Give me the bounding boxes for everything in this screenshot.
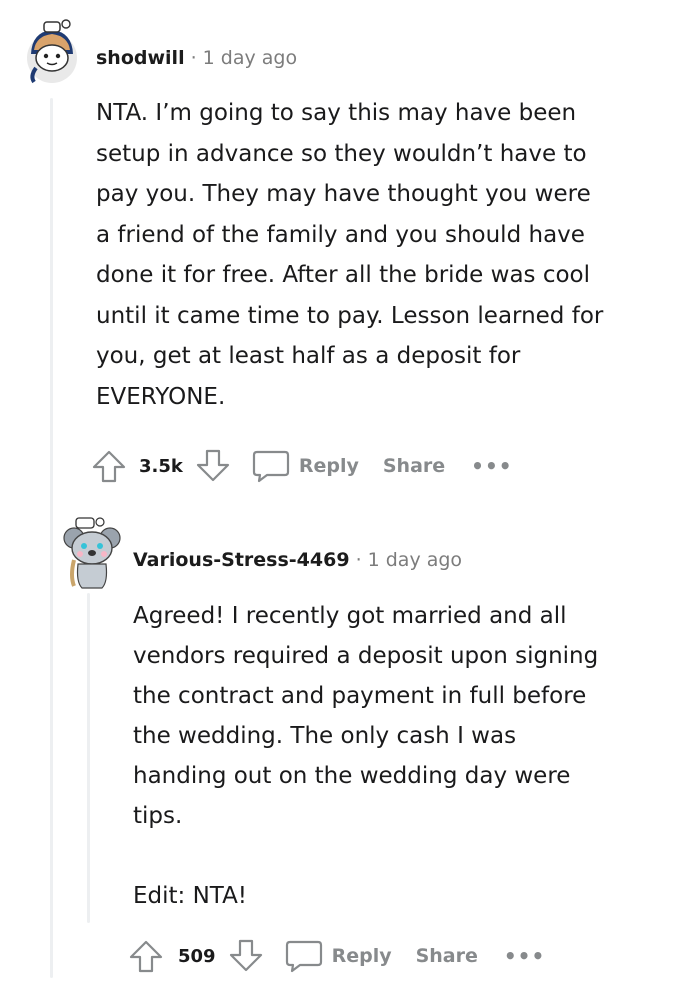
- comment-body: NTA. I’m going to say this may have been…: [96, 100, 604, 410]
- timestamp[interactable]: 1 day ago: [368, 549, 462, 571]
- reply-button[interactable]: Reply: [332, 945, 392, 967]
- snoo-avatar-hat-icon: [27, 19, 77, 84]
- username[interactable]: shodwill: [96, 47, 185, 69]
- downvote-icon[interactable]: [228, 938, 264, 974]
- upvote-icon[interactable]: [91, 448, 127, 484]
- comment-body: Agreed! I recently got married and all v…: [133, 603, 599, 909]
- thread-line-nested[interactable]: [87, 593, 90, 923]
- username[interactable]: Various-Stress-4469: [133, 549, 350, 571]
- comment-actions: 3.5k Reply Share •••: [91, 446, 513, 486]
- more-options-icon[interactable]: •••: [471, 454, 512, 478]
- thread-line[interactable]: [50, 98, 53, 978]
- comment-meta: Various-Stress-4469 · 1 day ago: [133, 549, 462, 571]
- timestamp[interactable]: 1 day ago: [203, 47, 297, 69]
- avatar[interactable]: [22, 14, 82, 84]
- vote-score: 3.5k: [139, 455, 183, 477]
- comment-bubble-icon[interactable]: [284, 938, 324, 974]
- vote-score: 509: [178, 945, 216, 967]
- share-button[interactable]: Share: [416, 945, 478, 967]
- share-button[interactable]: Share: [383, 455, 445, 477]
- reply-button[interactable]: Reply: [299, 455, 359, 477]
- comment-bubble-icon[interactable]: [251, 448, 291, 484]
- avatar[interactable]: [62, 514, 122, 590]
- separator: ·: [355, 549, 362, 571]
- comment-actions: 509 Reply Share •••: [128, 936, 545, 976]
- upvote-icon[interactable]: [128, 938, 164, 974]
- comment-meta: shodwill · 1 day ago: [96, 47, 297, 69]
- snoo-avatar-koala-icon: [63, 517, 121, 589]
- downvote-icon[interactable]: [195, 448, 231, 484]
- more-options-icon[interactable]: •••: [504, 944, 545, 968]
- separator: ·: [190, 47, 197, 69]
